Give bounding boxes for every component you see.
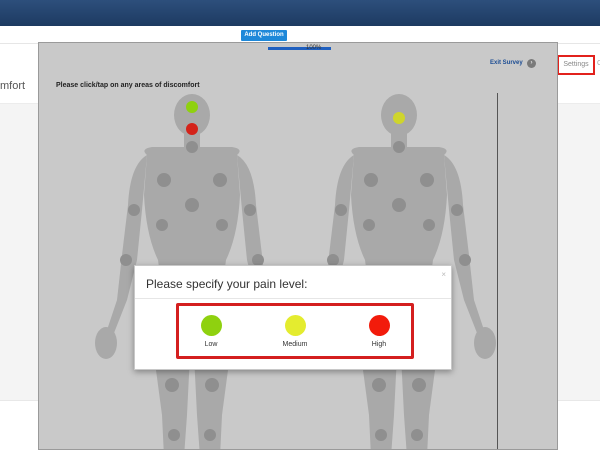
- pain-level-dialog: Please specify your pain level: × Low Me…: [134, 265, 452, 370]
- close-icon[interactable]: ×: [441, 270, 446, 279]
- low-pain-label: Low: [204, 341, 218, 348]
- pain-marker-low[interactable]: [186, 101, 198, 113]
- pain-marker-high[interactable]: [186, 123, 198, 135]
- medium-pain-dot[interactable]: [284, 315, 306, 336]
- question-title: mfort: [0, 80, 26, 92]
- pain-level-options: Low Medium High: [176, 303, 414, 359]
- pain-marker-medium[interactable]: [393, 112, 405, 124]
- body-map[interactable]: [39, 43, 558, 450]
- body-map-divider: [497, 93, 498, 449]
- high-pain-label: High: [371, 341, 387, 348]
- pain-level-medium[interactable]: Medium: [267, 315, 323, 348]
- add-question-button[interactable]: Add Question: [241, 30, 287, 41]
- medium-pain-label: Medium: [282, 341, 308, 348]
- survey-preview-modal: 100% Exit Survey › Please click/tap on a…: [38, 42, 558, 450]
- pain-level-title: Please specify your pain level:: [146, 277, 308, 291]
- pain-level-low[interactable]: Low: [183, 315, 239, 348]
- dialog-divider: [135, 298, 451, 299]
- low-pain-dot[interactable]: [200, 315, 222, 336]
- pain-level-high[interactable]: High: [351, 315, 407, 348]
- top-navigation-bar: [0, 0, 600, 26]
- settings-button[interactable]: Settings: [557, 55, 595, 75]
- high-pain-dot[interactable]: [368, 315, 390, 336]
